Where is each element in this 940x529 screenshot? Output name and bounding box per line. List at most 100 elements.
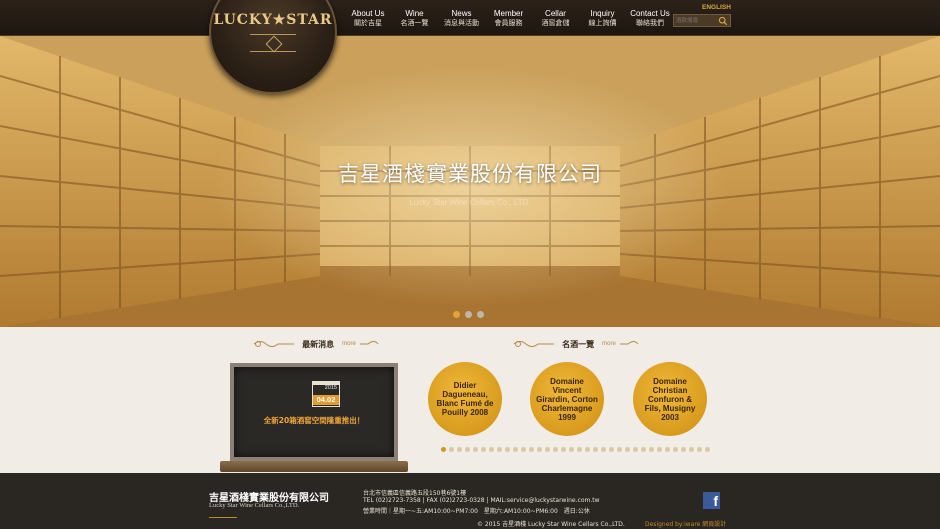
pager-dot[interactable] <box>649 447 654 452</box>
pager-dot[interactable] <box>513 447 518 452</box>
nav-label-en: Contact Us <box>630 9 670 18</box>
chalkboard-shelf <box>220 461 408 472</box>
nav-label-en: Member <box>493 9 524 18</box>
nav-label-zh: 關於吉星 <box>354 20 382 27</box>
wine-pager-dots <box>441 447 713 452</box>
news-section-title: 最新消息 <box>302 339 335 349</box>
wine-card[interactable]: Didier Dagueneau, Blanc Fumé de Pouilly … <box>428 362 502 436</box>
pager-dot[interactable] <box>521 447 526 452</box>
news-date: 04.02 <box>313 395 339 405</box>
wine-card[interactable]: Domaine Christian Confuron & Fils, Musig… <box>633 362 707 436</box>
pager-dot[interactable] <box>609 447 614 452</box>
nav-about[interactable]: About Us 關於吉星 <box>345 8 391 28</box>
nav-label-zh: 酒窖倉儲 <box>541 20 570 27</box>
pager-dot[interactable] <box>681 447 686 452</box>
nav-label-zh: 名酒一覽 <box>400 20 429 27</box>
footer-divider <box>209 517 237 518</box>
header-bar: About Us 關於吉星 Wine 名酒一覽 News 消息與活動 Member 會員… <box>0 0 940 36</box>
search-icon[interactable] <box>718 16 728 26</box>
slider-dot[interactable] <box>477 311 484 318</box>
news-section-header: 最新消息 more <box>252 336 380 352</box>
footer-contact: TEL (02)2723-7358 | FAX (02)2723-0328 | … <box>363 497 600 504</box>
calendar-icon: 2015 04.02 <box>312 381 340 407</box>
wine-section-title: 名酒一覽 <box>562 339 595 349</box>
pager-dot[interactable] <box>577 447 582 452</box>
pager-dot[interactable] <box>673 447 678 452</box>
designer-link[interactable]: Designed by:iware 網頁設計 <box>645 519 726 528</box>
pager-dot[interactable] <box>465 447 470 452</box>
copyright-text: © 2015 吉星酒棧 Lucky Star Wine Cellars Co.,… <box>477 521 625 528</box>
pager-dot[interactable] <box>593 447 598 452</box>
hero-title: 吉星酒棧實業股份有限公司 <box>338 162 602 186</box>
pager-dot[interactable] <box>457 447 462 452</box>
pager-dot[interactable] <box>657 447 662 452</box>
nav-cellar[interactable]: Cellar 酒窖倉儲 <box>532 8 579 28</box>
wine-more-link[interactable]: more <box>602 341 616 347</box>
hero-banner: 吉星酒棧實業股份有限公司 Lucky Star Wine Cellars Co.… <box>0 36 940 327</box>
nav-label-zh: 會員服務 <box>494 20 523 27</box>
footer-hours: 營業時間｜星期一~五:AM10:00~PM7:00 星期六:AM10:00~PM… <box>363 508 590 515</box>
pager-dot[interactable] <box>489 447 494 452</box>
footer-address: 台北市信義區信義路五段150巷6號1樓 <box>363 490 467 497</box>
pager-dot[interactable] <box>561 447 566 452</box>
nav-label-en: Inquiry <box>590 9 615 18</box>
pager-dot[interactable] <box>705 447 710 452</box>
nav-contact[interactable]: Contact Us 聯絡我們 <box>626 8 674 28</box>
wine-name: Didier Dagueneau, Blanc Fumé de Pouilly … <box>436 381 494 417</box>
flourish-left-icon <box>513 341 555 347</box>
nav-member[interactable]: Member 會員服務 <box>485 8 532 28</box>
hero-subtitle: Lucky Star Wine Cellars Co., LTD. <box>409 198 531 207</box>
pager-dot[interactable] <box>537 447 542 452</box>
wine-name: Domaine Christian Confuron & Fils, Musig… <box>644 376 696 422</box>
news-headline-link[interactable]: 全新20箱酒窖空間隆重推出！ <box>234 415 394 426</box>
pager-dot[interactable] <box>633 447 638 452</box>
pager-dot[interactable] <box>553 447 558 452</box>
wine-name: Domaine Vincent Girardin, Corton Charlem… <box>536 376 598 422</box>
search-input[interactable] <box>676 16 718 26</box>
news-year: 2015 <box>324 385 337 391</box>
nav-inquiry[interactable]: Inquiry 線上詢價 <box>579 8 626 28</box>
pager-dot[interactable] <box>601 447 606 452</box>
wine-section-header: 名酒一覽 more <box>512 336 640 352</box>
pager-dot[interactable] <box>497 447 502 452</box>
logo-emblem-icon <box>250 34 296 52</box>
nav-news[interactable]: News 消息與活動 <box>438 8 485 28</box>
pager-dot[interactable] <box>625 447 630 452</box>
nav-label-en: News <box>451 9 472 18</box>
wine-card[interactable]: Domaine Vincent Girardin, Corton Charlem… <box>530 362 604 436</box>
pager-dot[interactable] <box>569 447 574 452</box>
pager-dot[interactable] <box>665 447 670 452</box>
pager-dot[interactable] <box>529 447 534 452</box>
pager-dot[interactable] <box>585 447 590 452</box>
english-link[interactable]: ENGLISH <box>702 4 731 11</box>
pager-dot[interactable] <box>441 447 446 452</box>
pager-dot[interactable] <box>689 447 694 452</box>
pager-dot[interactable] <box>473 447 478 452</box>
pager-dot[interactable] <box>641 447 646 452</box>
nav-label-zh: 聯絡我們 <box>636 20 664 27</box>
news-chalkboard: 2015 04.02 全新20箱酒窖空間隆重推出！ <box>220 361 408 473</box>
content-area: 最新消息 more 2015 04.02 全新20箱酒窖空間隆重推出！ 名酒一覽… <box>0 327 940 473</box>
pager-dot[interactable] <box>481 447 486 452</box>
pager-dot[interactable] <box>617 447 622 452</box>
slider-dot[interactable] <box>453 311 460 318</box>
footer-company-name-en: Lucky Star Wine Cellars Co.,LTD. <box>209 502 300 509</box>
flourish-left-icon <box>253 341 295 347</box>
hero-slider-dots <box>453 311 489 318</box>
facebook-icon[interactable]: f <box>703 492 720 509</box>
slider-dot[interactable] <box>465 311 472 318</box>
chalkboard-panel[interactable]: 2015 04.02 全新20箱酒窖空間隆重推出！ <box>230 363 398 461</box>
nav-label-en: Wine <box>405 9 424 18</box>
pager-dot[interactable] <box>449 447 454 452</box>
flourish-right-icon <box>619 341 639 345</box>
pager-dot[interactable] <box>697 447 702 452</box>
pager-dot[interactable] <box>505 447 510 452</box>
nav-label-zh: 消息與活動 <box>444 20 479 27</box>
news-more-link[interactable]: more <box>342 341 356 347</box>
main-nav: About Us 關於吉星 Wine 名酒一覽 News 消息與活動 Member 會員… <box>345 8 674 28</box>
pager-dot[interactable] <box>545 447 550 452</box>
nav-label-zh: 線上詢價 <box>588 20 617 27</box>
search-box <box>673 14 731 27</box>
nav-wine[interactable]: Wine 名酒一覽 <box>391 8 438 28</box>
flourish-right-icon <box>359 341 379 345</box>
